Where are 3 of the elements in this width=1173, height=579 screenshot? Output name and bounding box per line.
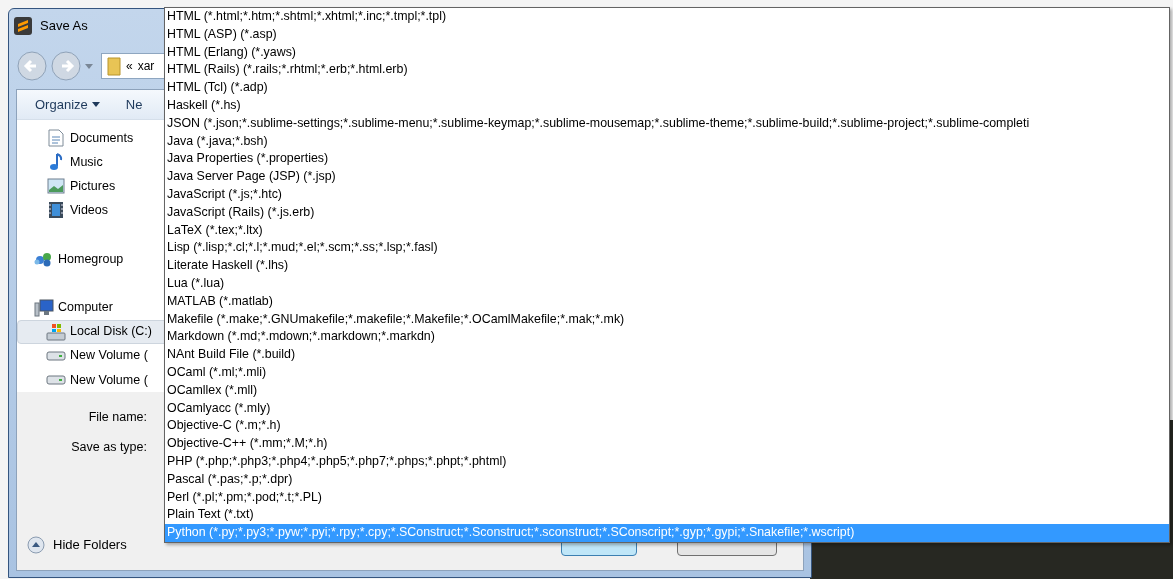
field-label: Save as type: [70,439,147,456]
window-title: Save As [40,17,88,36]
field-label: File name: [87,409,147,426]
